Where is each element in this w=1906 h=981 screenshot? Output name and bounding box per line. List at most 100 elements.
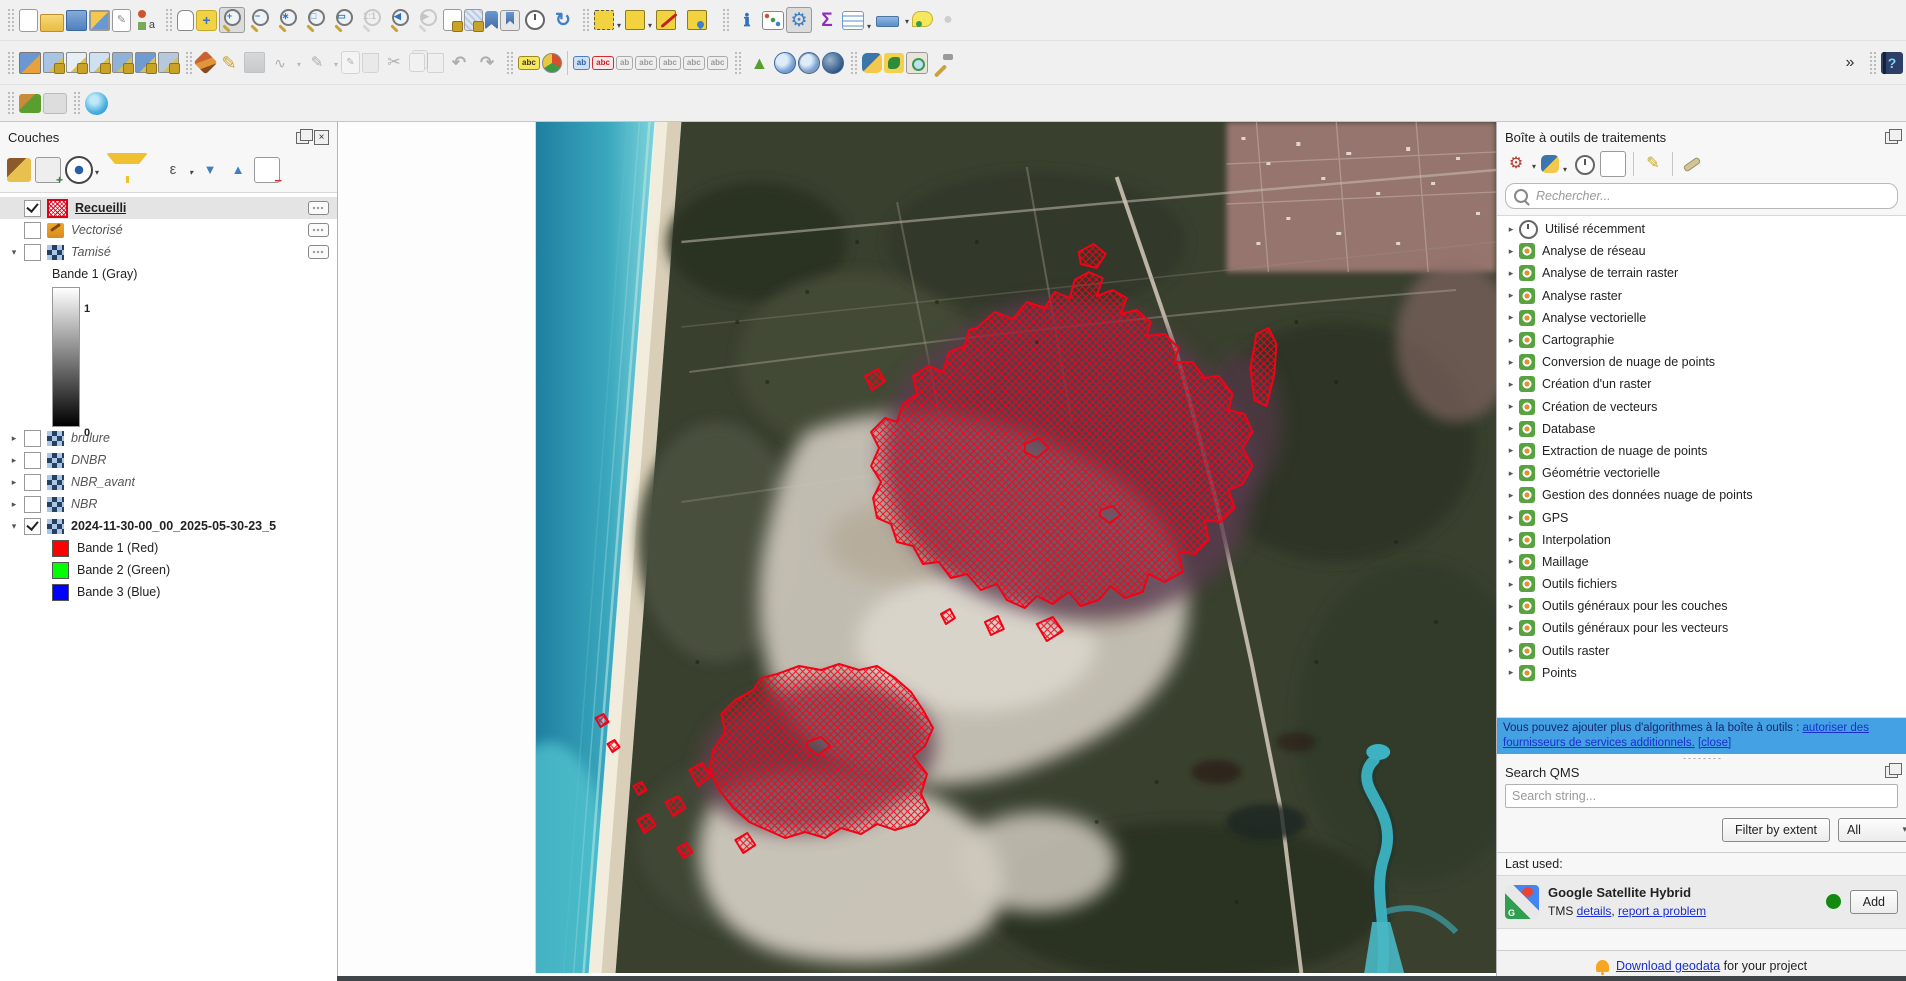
float-panel-icon[interactable]	[1885, 766, 1898, 778]
category-expander-icon[interactable]	[1503, 468, 1519, 479]
layer-expander-icon[interactable]	[6, 477, 22, 488]
filter-by-extent-button[interactable]: Filter by extent	[1722, 818, 1830, 842]
manage-map-themes-icon[interactable]	[65, 156, 93, 184]
layer-row[interactable]: Tamisé	[0, 241, 337, 263]
toolbox-category-row[interactable]: Outils raster	[1497, 640, 1906, 662]
last-used-service-item[interactable]: Google Satellite Hybrid TMS details, rep…	[1497, 875, 1906, 929]
web-dark-globe-icon[interactable]	[822, 52, 844, 74]
statistics-icon[interactable]	[762, 11, 784, 30]
toolbox-category-row[interactable]: Utilisé récemment	[1497, 218, 1906, 240]
options-wrench-icon[interactable]	[1680, 152, 1704, 176]
layout-manager-icon[interactable]: ✎	[112, 9, 131, 32]
layer-row[interactable]: Recueilli	[0, 197, 337, 219]
edit-features-in-place-icon[interactable]: ✎	[1641, 152, 1665, 176]
layer-expander-icon[interactable]	[6, 433, 22, 444]
layer-indicator-icon[interactable]	[308, 201, 329, 215]
map-canvas[interactable]	[338, 122, 1496, 981]
toolbox-search-input[interactable]	[1534, 188, 1889, 204]
profile-map-icon[interactable]	[906, 52, 928, 74]
select-by-value-icon[interactable]	[625, 10, 645, 30]
temporal-controller-icon[interactable]	[522, 7, 548, 33]
category-expander-icon[interactable]	[1503, 246, 1519, 257]
grass-tools-icon[interactable]: ▲	[746, 50, 772, 76]
data-source-manager-icon[interactable]	[19, 52, 41, 74]
style-manager-icon[interactable]	[89, 10, 110, 31]
close-panel-icon[interactable]: ×	[314, 130, 329, 145]
zoom-to-selection-icon[interactable]: □	[303, 7, 329, 33]
category-expander-icon[interactable]	[1503, 357, 1519, 368]
toolbox-category-row[interactable]: Gestion des données nuage de points	[1497, 484, 1906, 506]
toolbox-category-row[interactable]: Extraction de nuage de points	[1497, 440, 1906, 462]
zoom-full-extent-icon[interactable]: ∗	[275, 7, 301, 33]
toolbox-category-row[interactable]: Outils généraux pour les vecteurs	[1497, 617, 1906, 639]
category-expander-icon[interactable]	[1503, 224, 1519, 235]
save-project-icon[interactable]	[66, 10, 87, 31]
zoom-out-icon[interactable]: −	[247, 7, 273, 33]
show-bookmarks-icon[interactable]	[500, 10, 520, 31]
layer-visibility-checkbox[interactable]	[24, 474, 41, 491]
float-panel-icon[interactable]	[1885, 132, 1898, 144]
models-icon[interactable]: ⚙	[1504, 152, 1528, 176]
toolbox-category-row[interactable]: Analyse de réseau	[1497, 240, 1906, 262]
layer-row[interactable]: NBR_avant	[0, 471, 337, 493]
results-viewer-icon[interactable]	[1600, 151, 1626, 177]
category-expander-icon[interactable]	[1503, 335, 1519, 346]
qms-search-input[interactable]	[1506, 789, 1897, 803]
history-icon[interactable]	[1572, 152, 1596, 176]
remove-layer-icon[interactable]	[254, 157, 280, 183]
layer-row[interactable]: Vectorisé	[0, 219, 337, 241]
toolbox-category-row[interactable]: Analyse vectorielle	[1497, 307, 1906, 329]
new-point-cloud-icon[interactable]	[158, 52, 179, 73]
plugin-tool-icon[interactable]	[19, 94, 41, 113]
measure-icon[interactable]	[875, 7, 901, 33]
help-icon[interactable]: ?	[1881, 52, 1903, 74]
zoom-in-icon[interactable]: +	[219, 7, 245, 33]
category-expander-icon[interactable]	[1503, 312, 1519, 323]
qms-search-box[interactable]	[1505, 784, 1898, 808]
zoom-to-layer-icon[interactable]: ▭	[331, 7, 357, 33]
layer-visibility-checkbox[interactable]	[24, 452, 41, 469]
category-expander-icon[interactable]	[1503, 645, 1519, 656]
layer-row[interactable]: NBR	[0, 493, 337, 515]
float-panel-icon[interactable]	[296, 132, 309, 144]
new-mesh-layer-icon[interactable]	[112, 52, 133, 73]
download-geodata-link[interactable]: Download geodata	[1616, 959, 1720, 973]
layer-visibility-checkbox[interactable]	[24, 518, 41, 535]
layer-expander-icon[interactable]	[6, 499, 22, 510]
toolbox-category-row[interactable]: GPS	[1497, 506, 1906, 528]
toolbox-category-row[interactable]: Conversion de nuage de points	[1497, 351, 1906, 373]
toolbox-category-row[interactable]: Outils fichiers	[1497, 573, 1906, 595]
filter-expression-icon[interactable]: ε	[161, 158, 185, 182]
quickmapservices-globe-icon[interactable]	[774, 52, 796, 74]
layer-indicator-icon[interactable]	[308, 245, 329, 259]
toolbox-category-row[interactable]: Création de vecteurs	[1497, 396, 1906, 418]
quickmapservices-search-icon[interactable]	[798, 52, 820, 74]
toolbox-category-row[interactable]: Analyse de terrain raster	[1497, 262, 1906, 284]
toggle-editing-icon[interactable]: ✎	[216, 50, 242, 76]
category-expander-icon[interactable]	[1503, 623, 1519, 634]
map-tips-icon[interactable]	[912, 11, 933, 27]
layer-diagram-icon[interactable]	[542, 53, 562, 73]
toolbox-category-row[interactable]: Points	[1497, 662, 1906, 684]
new-map-view-icon[interactable]	[443, 9, 462, 31]
toolbox-category-row[interactable]: Création d'un raster	[1497, 373, 1906, 395]
plugin-green-bird-icon[interactable]	[884, 53, 904, 73]
open-layer-styling-icon[interactable]	[7, 158, 31, 182]
category-expander-icon[interactable]	[1503, 379, 1519, 390]
pan-to-selection-icon[interactable]: +	[196, 10, 217, 31]
layer-expander-icon[interactable]	[6, 521, 22, 532]
category-expander-icon[interactable]	[1503, 534, 1519, 545]
layer-row[interactable]: 2024-11-30-00_00_2025-05-30-23_5	[0, 515, 337, 537]
layer-visibility-checkbox[interactable]	[24, 200, 41, 217]
toolbox-category-row[interactable]: Maillage	[1497, 551, 1906, 573]
add-service-button[interactable]: Add	[1850, 890, 1898, 914]
category-expander-icon[interactable]	[1503, 579, 1519, 590]
identify-features-icon[interactable]: ℹ	[734, 7, 760, 33]
new-3d-map-view-icon[interactable]	[464, 9, 483, 31]
category-expander-icon[interactable]	[1503, 556, 1519, 567]
new-project-icon[interactable]	[19, 9, 38, 32]
layer-row[interactable]: DNBR	[0, 449, 337, 471]
new-spatial-bookmark-icon[interactable]	[485, 11, 498, 30]
category-expander-icon[interactable]	[1503, 268, 1519, 279]
toolbar-overflow-chevron[interactable]: »	[1837, 50, 1863, 76]
